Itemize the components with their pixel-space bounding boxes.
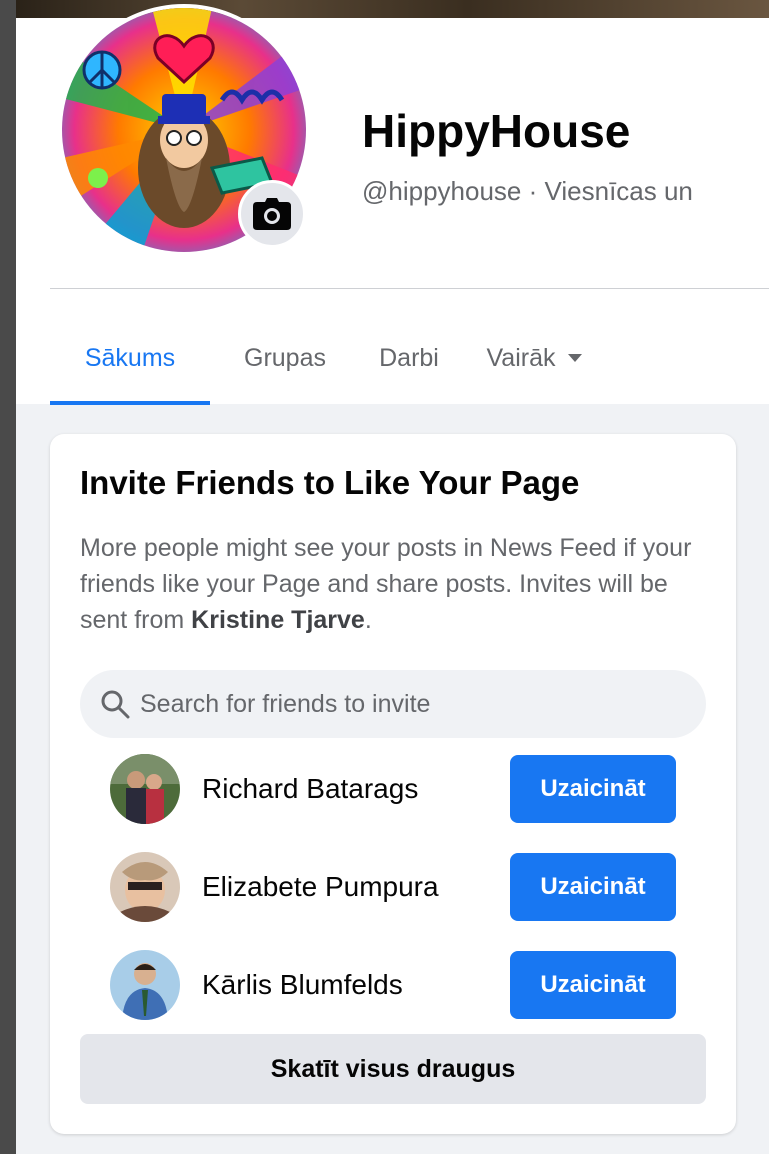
invite-button[interactable]: Uzaicināt bbox=[510, 853, 676, 921]
page-header: HippyHouse @hippyhouse · Viesnīcas un Sā… bbox=[16, 4, 769, 405]
page-handle-category: @hippyhouse · Viesnīcas un bbox=[362, 176, 693, 206]
search-icon bbox=[98, 687, 132, 721]
tab-home[interactable]: Sākums bbox=[50, 314, 210, 405]
tab-jobs[interactable]: Darbi bbox=[364, 314, 454, 402]
page-tabs: Sākums Grupas Darbi Vairāk bbox=[50, 314, 604, 405]
sender-name: Kristine Tjarve bbox=[191, 606, 365, 634]
card-description: More people might see your posts in News… bbox=[80, 530, 710, 638]
tab-label: Sākums bbox=[84, 343, 176, 372]
friend-row: Kārlis Blumfelds Uzaicināt bbox=[110, 950, 676, 1020]
see-all-friends-button[interactable]: Skatīt visus draugus bbox=[80, 1034, 706, 1104]
avatar[interactable] bbox=[110, 852, 180, 922]
page-view: HippyHouse @hippyhouse · Viesnīcas un Sā… bbox=[16, 4, 769, 1154]
camera-icon bbox=[253, 198, 291, 230]
friend-name[interactable]: Elizabete Pumpura bbox=[202, 871, 510, 903]
friend-name[interactable]: Richard Batarags bbox=[202, 773, 510, 805]
page-title: HippyHouse bbox=[362, 105, 631, 157]
description-end: . bbox=[364, 606, 372, 634]
friend-name[interactable]: Kārlis Blumfelds bbox=[202, 969, 510, 1001]
window-frame bbox=[0, 0, 16, 1154]
avatar[interactable] bbox=[110, 754, 180, 824]
tab-more-dropdown[interactable]: Vairāk bbox=[464, 314, 604, 402]
friend-row: Elizabete Pumpura Uzaicināt bbox=[110, 852, 676, 922]
tab-label: Grupas bbox=[244, 343, 326, 372]
caret-down-icon bbox=[567, 354, 582, 362]
search-input[interactable] bbox=[138, 688, 682, 720]
tab-label: Darbi bbox=[379, 343, 439, 372]
tab-groups[interactable]: Grupas bbox=[210, 314, 360, 402]
friend-search-box[interactable] bbox=[80, 670, 706, 738]
change-profile-photo-button[interactable] bbox=[238, 180, 306, 248]
card-title: Invite Friends to Like Your Page bbox=[80, 464, 580, 501]
header-divider bbox=[50, 288, 769, 289]
avatar[interactable] bbox=[110, 950, 180, 1020]
tab-label: Vairāk bbox=[486, 343, 556, 372]
invite-friends-card: Invite Friends to Like Your Page More pe… bbox=[50, 434, 736, 1134]
invite-button[interactable]: Uzaicināt bbox=[510, 951, 676, 1019]
description-text: More people might see your posts in News… bbox=[80, 534, 692, 634]
invite-button[interactable]: Uzaicināt bbox=[510, 755, 676, 823]
friend-row: Richard Batarags Uzaicināt bbox=[110, 754, 676, 824]
